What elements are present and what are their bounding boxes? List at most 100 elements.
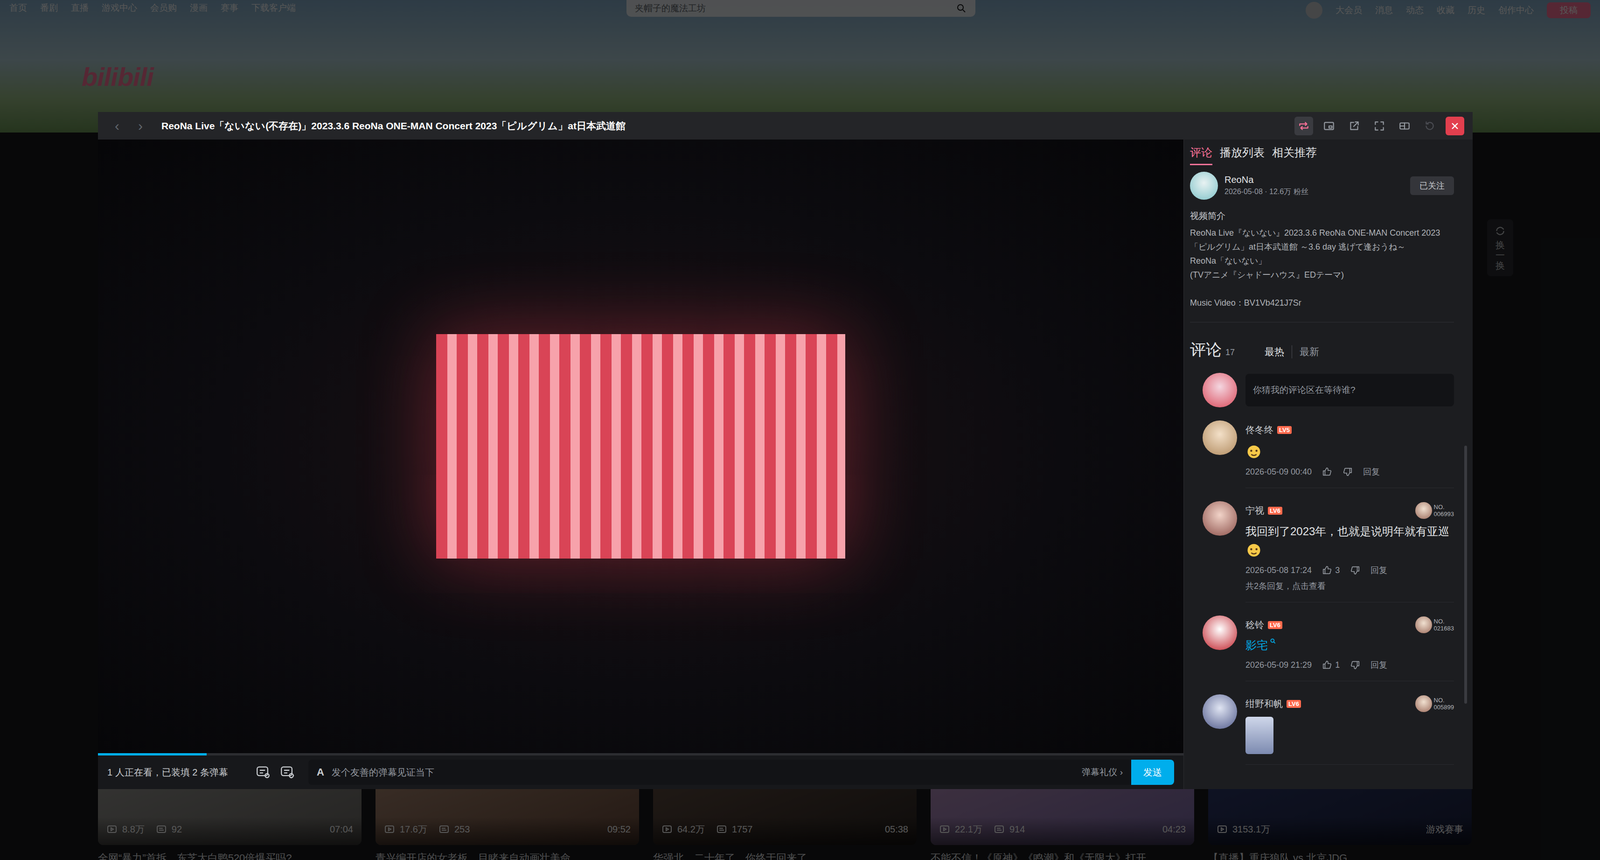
- fan-badge-number: 006993: [1433, 510, 1454, 518]
- level-badge: LV6: [1267, 506, 1283, 515]
- replies-link[interactable]: 共2条回复，点击查看: [1245, 580, 1454, 592]
- search-icon: [1269, 637, 1277, 645]
- video-frame[interactable]: [97, 139, 1184, 753]
- video-player: 1 人正在看，已装填 2 条弹幕 A发个友善的弹幕见证当下弹幕礼仪 ›发送: [97, 139, 1184, 789]
- modal-body: 1 人正在看，已装填 2 条弹幕A发个友善的弹幕见证当下弹幕礼仪 ›发送评论播放…: [97, 139, 1473, 789]
- modal-toolbar: ×: [1294, 116, 1465, 136]
- commenter-name[interactable]: 宁视: [1245, 504, 1265, 517]
- comment: 佟冬终LV52026-05-09 00:40回复: [1189, 407, 1454, 488]
- nav-arrow[interactable]: ‹: [114, 118, 139, 133]
- commenter-name[interactable]: 佟冬终: [1245, 423, 1274, 437]
- comment-header: 稔铃LV6 NO.021683: [1245, 615, 1454, 634]
- toolbar-button[interactable]: [1294, 116, 1314, 136]
- commenter-name[interactable]: 稔铃: [1245, 618, 1265, 632]
- nav-arrow[interactable]: ›: [138, 118, 162, 133]
- fan-badge-text: NO.006993: [1433, 503, 1454, 518]
- comment-meta: 2026-05-08 17:243回复: [1245, 564, 1454, 576]
- fan-badge-text: NO.021683: [1433, 617, 1454, 632]
- intro-line: ReoNa Live『ないない』2023.3.6 ReoNa ONE-MAN C…: [1189, 225, 1454, 254]
- text-style-icon[interactable]: A: [316, 765, 325, 779]
- comment-body: 稔铃LV6NO.021683影宅2026-05-09 21:291回复: [1245, 615, 1454, 682]
- comment-image[interactable]: [1245, 716, 1274, 754]
- level-badge: LV6: [1267, 620, 1283, 629]
- commenter-name[interactable]: 绀野和帆: [1245, 697, 1283, 710]
- dislike-icon: [1342, 466, 1353, 477]
- comment-sorts: 最热最新: [1257, 345, 1327, 359]
- danmaku-bar: 1 人正在看，已装填 2 条弹幕 A发个友善的弹幕见证当下弹幕礼仪 ›发送: [97, 755, 1184, 789]
- uploader-row: ReoNa2026-05-08 · 12.6万 粉丝已关注: [1189, 171, 1454, 200]
- toolbar-button[interactable]: [1420, 116, 1440, 136]
- fan-badge-avatar: [1415, 695, 1433, 712]
- fan-badge-label: NO.: [1433, 503, 1454, 511]
- like-button[interactable]: 1: [1321, 659, 1340, 670]
- comment-input[interactable]: 你猜我的评论区在等待谁?: [1245, 373, 1454, 407]
- uploader-avatar[interactable]: [1189, 171, 1218, 200]
- emote-face-icon: [1245, 541, 1263, 558]
- commenter-avatar[interactable]: [1202, 500, 1238, 536]
- etiquette-link[interactable]: 弹幕礼仪 ›: [1081, 765, 1123, 779]
- fan-badge-number: 005899: [1433, 703, 1454, 711]
- danmaku-toggle-icon[interactable]: [255, 764, 272, 780]
- uploader-name[interactable]: ReoNa: [1224, 174, 1404, 186]
- external-icon: [1348, 119, 1361, 133]
- comment-body: 佟冬终LV52026-05-09 00:40回复: [1245, 420, 1454, 488]
- reply-button[interactable]: 回复: [1370, 564, 1388, 576]
- search-link[interactable]: 影宅: [1245, 637, 1268, 653]
- danmaku-settings-icon[interactable]: [279, 764, 296, 780]
- commenter-avatar[interactable]: [1202, 694, 1238, 729]
- like-icon: [1321, 466, 1333, 477]
- comment: 绀野和帆LV6 NO.005899: [1189, 681, 1454, 765]
- like-icon: [1321, 564, 1333, 576]
- follow-button[interactable]: 已关注: [1410, 176, 1454, 195]
- toolbar-button[interactable]: [1344, 116, 1364, 136]
- like-icon: [1321, 659, 1333, 670]
- fan-badge-label: NO.: [1433, 617, 1454, 625]
- like-button[interactable]: [1321, 466, 1333, 477]
- danmaku-input[interactable]: A发个友善的弹幕见证当下弹幕礼仪 ›: [308, 759, 1132, 785]
- panel-tab[interactable]: 相关推荐: [1272, 145, 1317, 166]
- loop-icon: [1297, 119, 1310, 133]
- comment-body: 绀野和帆LV6 NO.005899: [1245, 694, 1454, 765]
- viewer-status: 1 人正在看，已装填 2 条弹幕: [107, 765, 229, 779]
- fullscreen-icon: [1373, 119, 1386, 133]
- fan-badge-label: NO.: [1433, 696, 1454, 704]
- comment-content: 影宅: [1245, 637, 1454, 653]
- panel-tab[interactable]: 评论: [1189, 145, 1213, 166]
- reply-button[interactable]: 回复: [1370, 659, 1388, 671]
- panel-tabs: 评论播放列表相关推荐: [1189, 145, 1454, 166]
- send-button[interactable]: 发送: [1131, 759, 1175, 785]
- fan-badge: NO.005899: [1415, 695, 1454, 712]
- stage-image: [436, 333, 846, 559]
- fan-badge-avatar: [1415, 501, 1433, 519]
- level-badge: LV5: [1277, 425, 1292, 434]
- panel-scrollbar[interactable]: [1464, 445, 1468, 704]
- like-button[interactable]: 3: [1321, 564, 1340, 576]
- commenter-avatar[interactable]: [1202, 615, 1238, 650]
- toolbar-button[interactable]: [1395, 116, 1414, 136]
- divider: [1189, 321, 1454, 323]
- toolbar-button[interactable]: [1319, 116, 1339, 136]
- dislike-button[interactable]: [1342, 466, 1353, 477]
- reply-button[interactable]: 回复: [1363, 466, 1380, 478]
- fan-badge-avatar: [1415, 616, 1433, 634]
- bilibili-page: 首页番剧直播游戏中心会员购漫画赛事下载客户端夹帽子的魔法工坊大会员消息动态收藏历…: [0, 0, 1600, 860]
- dislike-button[interactable]: [1349, 564, 1361, 576]
- commenter-avatar[interactable]: [1202, 420, 1238, 455]
- dislike-button[interactable]: [1349, 659, 1361, 670]
- fan-badge: NO.021683: [1415, 616, 1454, 634]
- sort-option[interactable]: 最新: [1291, 345, 1327, 359]
- uploader-meta: 2026-05-08 · 12.6万 粉丝: [1224, 187, 1404, 197]
- toolbar-button[interactable]: [1370, 116, 1389, 136]
- comment-placeholder: 你猜我的评论区在等待谁?: [1252, 383, 1356, 397]
- comment-text: 我回到了2023年，也就是说明年就有亚巡: [1245, 523, 1454, 540]
- comment-header: 宁视LV6 NO.006993: [1245, 500, 1454, 520]
- dislike-icon: [1349, 564, 1361, 576]
- level-badge: LV6: [1286, 699, 1301, 708]
- sort-option[interactable]: 最热: [1257, 345, 1292, 359]
- uploader-info: ReoNa2026-05-08 · 12.6万 粉丝: [1224, 174, 1404, 197]
- close-button[interactable]: ×: [1445, 116, 1465, 136]
- comment-input-row: 你猜我的评论区在等待谁?: [1189, 372, 1454, 408]
- music-video-link[interactable]: Music Video：BV1Vb421J7Sr: [1189, 295, 1454, 310]
- panel-tab[interactable]: 播放列表: [1219, 145, 1265, 166]
- comments-title: 评论: [1189, 339, 1222, 361]
